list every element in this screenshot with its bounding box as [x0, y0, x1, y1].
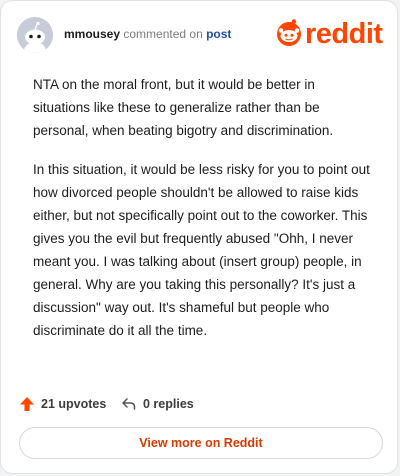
comment-attribution: mmousey commented on post: [64, 27, 231, 41]
avatar[interactable]: [17, 17, 53, 53]
snoo-avatar-icon: [17, 17, 53, 53]
comment-body: NTA on the moral front, but it would be …: [33, 73, 373, 358]
reply-arrow-icon: [122, 398, 136, 410]
replies-button[interactable]: 0 replies: [121, 393, 194, 415]
view-more-button[interactable]: View more on Reddit: [19, 427, 383, 459]
reddit-snoo-logo-icon: [277, 19, 301, 46]
comment-footer: 21 upvotes 0 replies: [17, 393, 381, 415]
reddit-wordmark: reddit: [305, 18, 383, 50]
upvote-arrow-icon: [20, 397, 34, 411]
reddit-logo[interactable]: reddit: [275, 17, 383, 51]
reply-count: 0 replies: [143, 397, 194, 411]
embedded-comment-card: mmousey commented on post reddit NTA on …: [0, 0, 398, 474]
username-link[interactable]: mmousey: [64, 27, 120, 41]
post-link[interactable]: post: [206, 27, 231, 41]
upvote-button[interactable]: 21 upvotes: [19, 393, 106, 415]
comment-paragraph: NTA on the moral front, but it would be …: [33, 77, 334, 138]
comment-header: mmousey commented on post reddit: [17, 15, 383, 55]
upvote-count: 21 upvotes: [41, 397, 107, 411]
attribution-text: commented on: [120, 27, 207, 41]
comment-paragraph: In this situation, it would be less risk…: [33, 162, 370, 338]
